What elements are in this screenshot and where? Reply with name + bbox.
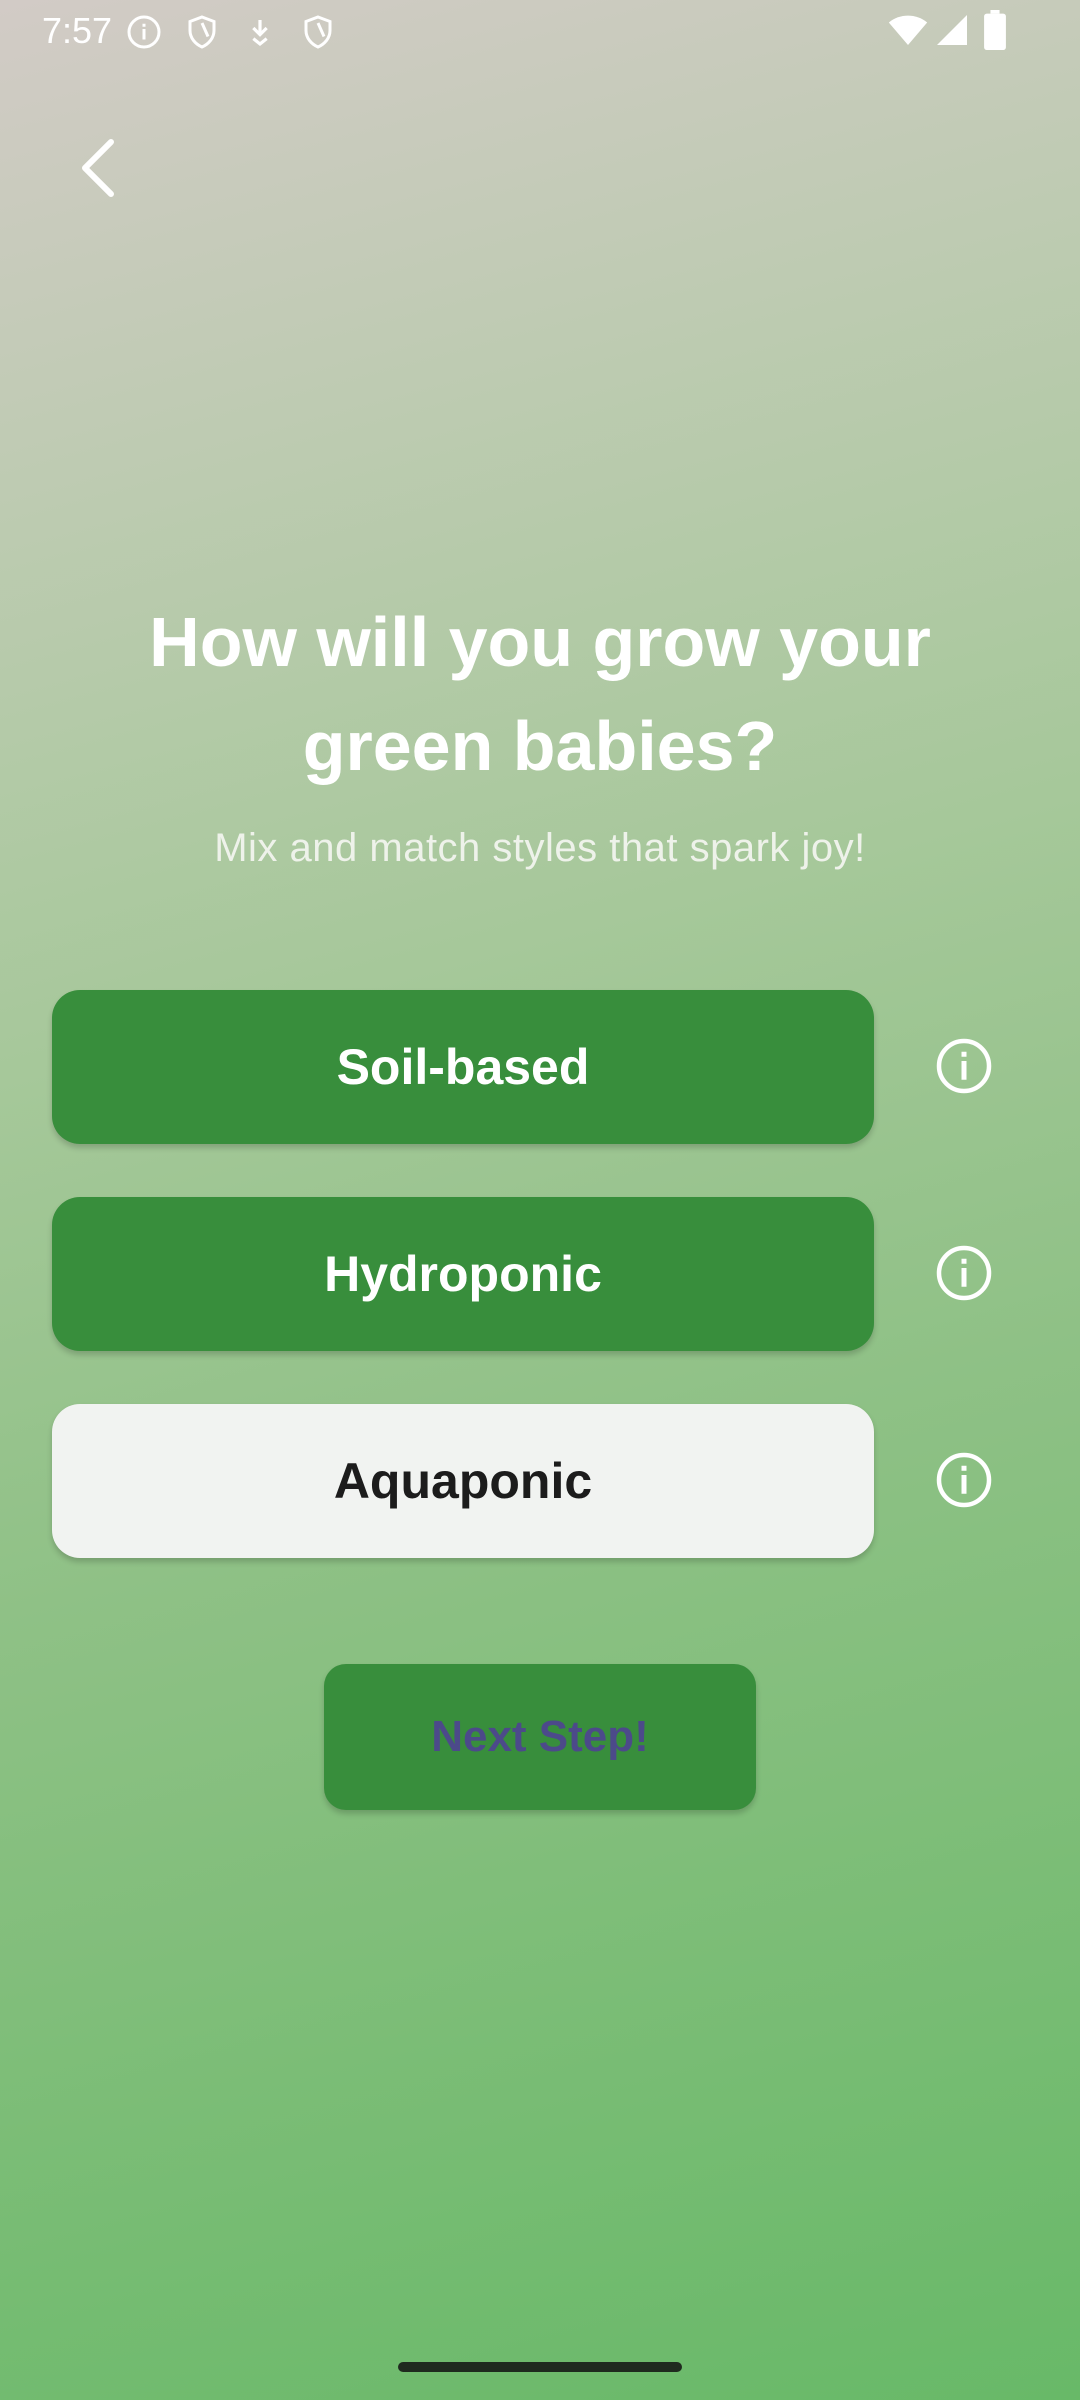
battery-icon [984, 10, 1006, 50]
download-icon [252, 20, 268, 47]
option-soil-based-button[interactable]: Soil-based [52, 990, 874, 1144]
shield-icon [188, 15, 216, 49]
home-indicator[interactable] [398, 2362, 682, 2372]
shield-icon [304, 15, 332, 49]
page-title: How will you grow your green babies? [149, 603, 931, 785]
chevron-left-icon [82, 139, 114, 197]
option-hydroponic-button[interactable]: Hydroponic [52, 1197, 874, 1351]
back-button[interactable] [62, 128, 132, 208]
status-time: 7:57 [42, 10, 113, 51]
info-soil-based-icon[interactable] [934, 1036, 994, 1096]
info-hydroponic-icon[interactable] [934, 1243, 994, 1303]
info-aquaponic-icon[interactable] [934, 1450, 994, 1510]
wifi-icon [888, 15, 928, 45]
signal-icon [937, 15, 967, 45]
option-aquaponic-button[interactable]: Aquaponic [52, 1404, 874, 1558]
next-step-button[interactable]: Next Step! [324, 1664, 756, 1810]
page-subtitle: Mix and match styles that spark joy! [214, 826, 866, 870]
info-circle-icon [127, 15, 161, 49]
status-bar: 7:57 [0, 0, 1080, 62]
